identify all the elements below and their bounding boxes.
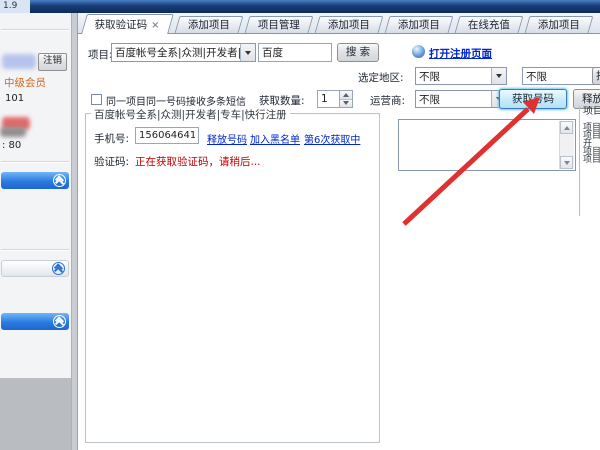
collapse-up-icon [53, 315, 66, 329]
tab-add-project-4[interactable]: 添加项目 [524, 16, 594, 33]
carrier-select[interactable]: 不限 [415, 90, 507, 108]
multi-sms-checkbox[interactable] [91, 94, 102, 105]
stat-value: 101 [5, 93, 25, 104]
project-info-panel: 项目 项目 项目 开 项目 项目 [579, 106, 600, 216]
result-listbox[interactable] [398, 119, 576, 171]
get-number-button[interactable]: 获取号码 [499, 89, 567, 109]
register-groupbox: 百度帐号全系|众测|开发者|专车|快行注册 手机号: 释放号码 加入黑名单 第6… [85, 107, 380, 443]
tab-get-verification-code[interactable]: 获取验证码 × [81, 14, 174, 34]
collapse-up-icon [53, 174, 66, 188]
censored-label [0, 127, 26, 137]
collapse-up-icon [52, 262, 65, 276]
quantity-label: 获取数量: [259, 95, 305, 107]
region-select-2[interactable]: 不限 [522, 67, 600, 85]
sidebar-divider [1, 29, 69, 31]
quantity-stepper[interactable] [317, 90, 353, 108]
tab-project-management[interactable]: 项目管理 [244, 16, 314, 33]
scroll-down-icon[interactable] [560, 156, 573, 169]
project-info-heading: 项目 [583, 106, 600, 117]
phone-input[interactable] [135, 127, 199, 144]
collapse-panel-header[interactable] [1, 172, 69, 189]
release-number-link[interactable]: 释放号码 [207, 131, 247, 146]
window-title: 1.9 [0, 0, 30, 13]
phone-label: 手机号: [94, 133, 130, 145]
points-value: : 80 [2, 140, 22, 151]
quantity-input[interactable] [317, 90, 340, 108]
spinner-down-icon[interactable] [340, 98, 352, 107]
scroll-up-icon[interactable] [560, 121, 573, 134]
search-button[interactable]: 搜 索 [337, 43, 379, 62]
region-label: 选定地区: [358, 72, 404, 84]
tab-online-recharge[interactable]: 在线充值 [454, 16, 524, 33]
project-label: 项目: [88, 49, 113, 61]
spinner-up-icon[interactable] [340, 91, 352, 99]
censored-username [2, 54, 36, 69]
fetch-count-link[interactable]: 第6次获取中 [304, 131, 360, 146]
browser-globe-icon [412, 45, 425, 58]
title-bar [0, 0, 600, 13]
sidebar-divider [1, 249, 69, 251]
chevron-down-icon [240, 44, 255, 61]
open-register-page-link[interactable]: 打开注册页面 [429, 46, 492, 61]
carrier-label: 运营商: [370, 95, 406, 107]
tab-bar: 获取验证码 × 添加项目 项目管理 添加项目 添加项目 在线充值 添加项目 [78, 13, 600, 34]
sidebar-splitter[interactable] [71, 13, 78, 450]
partial-button-right[interactable]: 指 [592, 67, 600, 85]
tab-add-project-2[interactable]: 添加项目 [314, 16, 384, 33]
add-blacklist-link[interactable]: 加入黑名单 [250, 131, 300, 146]
tab-close-icon[interactable]: × [151, 20, 159, 31]
sidebar-divider [1, 161, 69, 163]
chevron-down-icon [491, 68, 506, 84]
listbox-scrollbar[interactable] [559, 121, 574, 169]
code-label: 验证码: [94, 156, 130, 168]
sidebar: 注销 中级会员 101 : 80 [0, 13, 71, 378]
collapse-panel-header[interactable] [1, 260, 69, 277]
main-panel: 项目: 百度帐号全系|众测|开发者|专车 搜 索 打开注册页面 选定地区: 不限… [78, 34, 600, 450]
register-groupbox-title: 百度帐号全系|众测|开发者|专车|快行注册 [91, 107, 290, 122]
member-level-label: 中级会员 [4, 77, 46, 89]
logout-button[interactable]: 注销 [38, 53, 67, 71]
tab-add-project-1[interactable]: 添加项目 [174, 16, 244, 33]
tab-add-project-3[interactable]: 添加项目 [384, 16, 454, 33]
region-select-1[interactable]: 不限 [415, 67, 507, 85]
keyword-input[interactable] [258, 43, 332, 62]
collapse-panel-header[interactable] [1, 313, 69, 330]
project-select[interactable]: 百度帐号全系|众测|开发者|专车 [111, 43, 256, 62]
window-background [0, 378, 71, 450]
app-window: 1.9 注销 中级会员 101 : 80 获取验证码 × 添加项目 项目管理 添加… [0, 0, 600, 450]
code-status-text: 正在获取验证码，请稍后... [135, 156, 261, 168]
multi-sms-label: 同一项目同一号码接收多条短信 [106, 97, 246, 108]
project-info-line: 项目 [583, 155, 600, 165]
